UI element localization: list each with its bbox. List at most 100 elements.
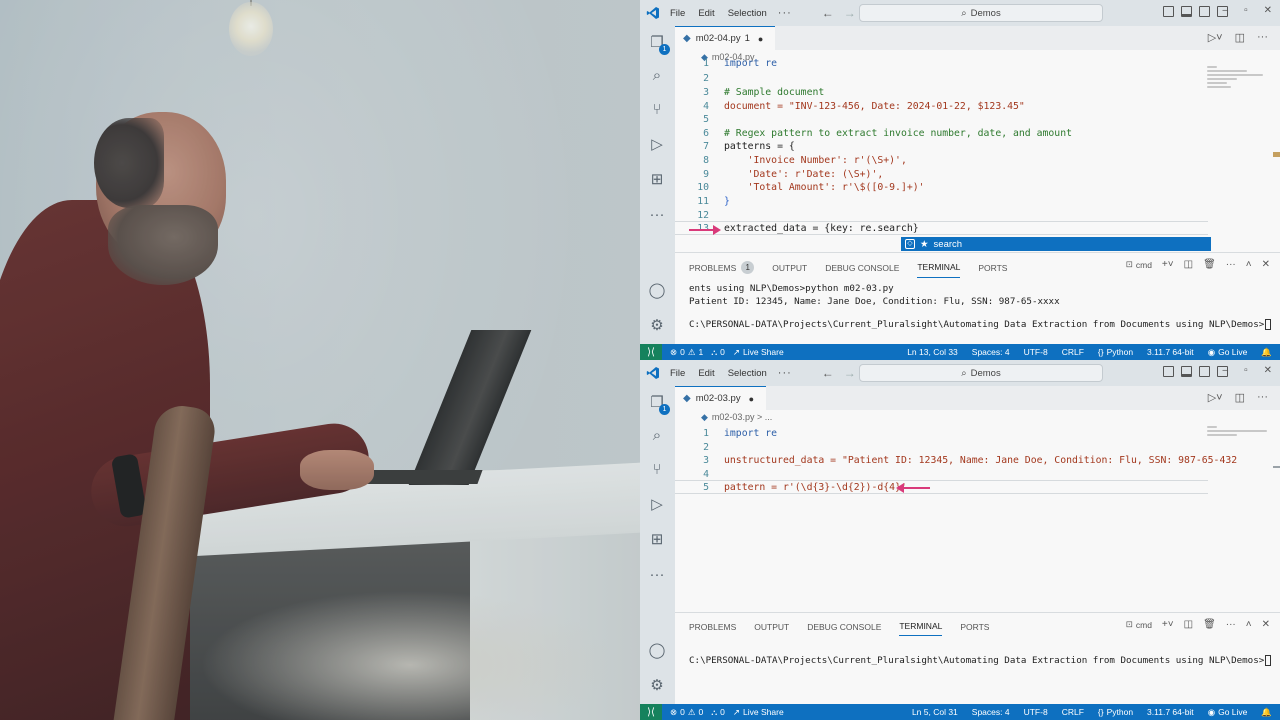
menu-file[interactable]: File [670, 8, 685, 19]
minimize-icon[interactable]: – [1223, 365, 1229, 376]
toggle-secondary-sidebar-icon[interactable] [1199, 366, 1210, 377]
split-terminal-icon[interactable]: ◫ [1184, 259, 1193, 270]
language-mode[interactable]: {} Python [1098, 707, 1133, 717]
trash-icon[interactable]: 🗑 [1203, 619, 1216, 630]
live-share-status[interactable]: ↗ Live Share [733, 347, 784, 358]
tab-ports[interactable]: PORTS [960, 621, 989, 636]
more-icon[interactable]: ··· [648, 566, 666, 584]
maximize-icon[interactable]: ▫ [1244, 5, 1248, 16]
menu-file[interactable]: File [670, 368, 685, 379]
new-terminal-icon[interactable]: +˅ [1162, 619, 1174, 630]
command-center-search[interactable]: ⌕ Demos [859, 364, 1103, 382]
toggle-panel-icon[interactable] [1181, 366, 1192, 377]
cursor-position[interactable]: Ln 5, Col 31 [912, 707, 958, 717]
run-icon[interactable]: ▷˅ [1208, 31, 1223, 44]
end-of-line[interactable]: CRLF [1062, 707, 1084, 717]
more-menu-icon[interactable]: ··· [778, 367, 792, 379]
tab-debug-console[interactable]: DEBUG CONSOLE [825, 261, 899, 278]
command-center-search[interactable]: ⌕ Demos [859, 4, 1103, 22]
minimap[interactable] [1207, 64, 1271, 104]
close-icon[interactable]: ✕ [1264, 5, 1272, 16]
more-icon[interactable]: ··· [1226, 259, 1236, 270]
bell-icon[interactable]: 🔔 [1261, 707, 1272, 718]
terminal-prompt[interactable]: C:\PERSONAL-DATA\Projects\Current_Plural… [689, 655, 1272, 666]
extensions-icon[interactable]: ⊞ [648, 171, 666, 189]
go-live-button[interactable]: ◉ Go Live [1208, 347, 1248, 358]
live-share-status[interactable]: ↗ Live Share [733, 707, 784, 718]
tab-terminal[interactable]: TERMINAL [917, 261, 961, 278]
problems-status[interactable]: ⊗ 0 ⚠ 1 [670, 347, 703, 358]
back-arrow-icon[interactable]: ← [822, 6, 834, 20]
toggle-secondary-sidebar-icon[interactable] [1199, 6, 1210, 17]
python-interpreter[interactable]: 3.11.7 64-bit [1147, 707, 1194, 717]
trash-icon[interactable]: 🗑 [1203, 259, 1216, 270]
maximize-icon[interactable]: ▫ [1244, 365, 1248, 376]
split-editor-icon[interactable]: ◫ [1235, 391, 1245, 404]
run-debug-icon[interactable]: ▷ [648, 496, 666, 514]
menu-selection[interactable]: Selection [728, 368, 767, 379]
split-terminal-icon[interactable]: ◫ [1184, 619, 1193, 630]
more-icon[interactable]: ··· [1226, 619, 1236, 630]
unsaved-dot-icon[interactable]: ● [749, 394, 754, 404]
search-icon[interactable]: ⌕ [648, 427, 666, 445]
tab-terminal[interactable]: TERMINAL [899, 621, 943, 636]
problems-status[interactable]: ⊗ 0 ⚠ 0 [670, 707, 703, 718]
run-debug-icon[interactable]: ▷ [648, 136, 666, 154]
scrollbar-marker[interactable] [1273, 152, 1280, 157]
tab-problems[interactable]: PROBLEMS 1 [689, 261, 755, 278]
menu-selection[interactable]: Selection [728, 8, 767, 19]
more-actions-icon[interactable]: ··· [1257, 31, 1268, 44]
search-icon[interactable]: ⌕ [648, 67, 666, 85]
menu-edit[interactable]: Edit [698, 368, 714, 379]
go-live-button[interactable]: ◉ Go Live [1208, 707, 1248, 718]
minimize-icon[interactable]: – [1223, 5, 1229, 16]
tab-output[interactable]: OUTPUT [754, 621, 789, 636]
maximize-panel-icon[interactable]: ˄ [1246, 619, 1252, 630]
run-icon[interactable]: ▷˅ [1208, 391, 1223, 404]
remote-icon[interactable]: ⟩⟨ [640, 344, 662, 360]
indentation[interactable]: Spaces: 4 [972, 347, 1010, 357]
source-control-icon[interactable]: ⑂ [648, 101, 666, 119]
close-panel-icon[interactable]: ✕ [1262, 259, 1270, 270]
unsaved-dot-icon[interactable]: ● [758, 34, 763, 44]
language-mode[interactable]: {} Python [1098, 347, 1133, 357]
forward-arrow-icon[interactable]: → [844, 366, 856, 380]
tab-debug-console[interactable]: DEBUG CONSOLE [807, 621, 881, 636]
toggle-sidebar-icon[interactable] [1163, 6, 1174, 17]
split-editor-icon[interactable]: ◫ [1235, 31, 1245, 44]
autocomplete-suggestion[interactable]: ◇ ★ search [901, 237, 1211, 251]
end-of-line[interactable]: CRLF [1062, 347, 1084, 357]
breadcrumb[interactable]: ◆ m02-03.py > ... [675, 410, 772, 424]
terminal-shell-select[interactable]: ⊡ cmd [1126, 619, 1152, 630]
encoding[interactable]: UTF-8 [1024, 347, 1048, 357]
new-terminal-icon[interactable]: +˅ [1162, 259, 1174, 270]
tab-problems[interactable]: PROBLEMS [689, 621, 736, 636]
terminal-shell-select[interactable]: ⊡ cmd [1126, 259, 1152, 270]
menu-edit[interactable]: Edit [698, 8, 714, 19]
ports-status[interactable]: ⛬ 0 [711, 707, 725, 718]
tab-output[interactable]: OUTPUT [772, 261, 807, 278]
account-icon[interactable]: ◯ [648, 642, 666, 660]
back-arrow-icon[interactable]: ← [822, 366, 834, 380]
bell-icon[interactable]: 🔔 [1261, 347, 1272, 358]
remote-icon[interactable]: ⟩⟨ [640, 704, 662, 720]
tab-ports[interactable]: PORTS [978, 261, 1007, 278]
forward-arrow-icon[interactable]: → [844, 6, 856, 20]
tab-m02-03[interactable]: ◆ m02-03.py ● [675, 386, 767, 410]
gear-icon[interactable]: ⚙ [648, 677, 666, 695]
terminal-prompt[interactable]: C:\PERSONAL-DATA\Projects\Current_Plural… [689, 319, 1272, 330]
scrollbar-marker[interactable] [1273, 466, 1280, 468]
account-icon[interactable]: ◯ [648, 282, 666, 300]
minimap[interactable] [1207, 424, 1271, 464]
indentation[interactable]: Spaces: 4 [972, 707, 1010, 717]
more-menu-icon[interactable]: ··· [778, 7, 792, 19]
maximize-panel-icon[interactable]: ˄ [1246, 259, 1252, 270]
extensions-icon[interactable]: ⊞ [648, 531, 666, 549]
toggle-sidebar-icon[interactable] [1163, 366, 1174, 377]
gear-icon[interactable]: ⚙ [648, 317, 666, 335]
python-interpreter[interactable]: 3.11.7 64-bit [1147, 347, 1194, 357]
more-icon[interactable]: ··· [648, 206, 666, 224]
close-icon[interactable]: ✕ [1264, 365, 1272, 376]
ports-status[interactable]: ⛬ 0 [711, 347, 725, 358]
encoding[interactable]: UTF-8 [1024, 707, 1048, 717]
